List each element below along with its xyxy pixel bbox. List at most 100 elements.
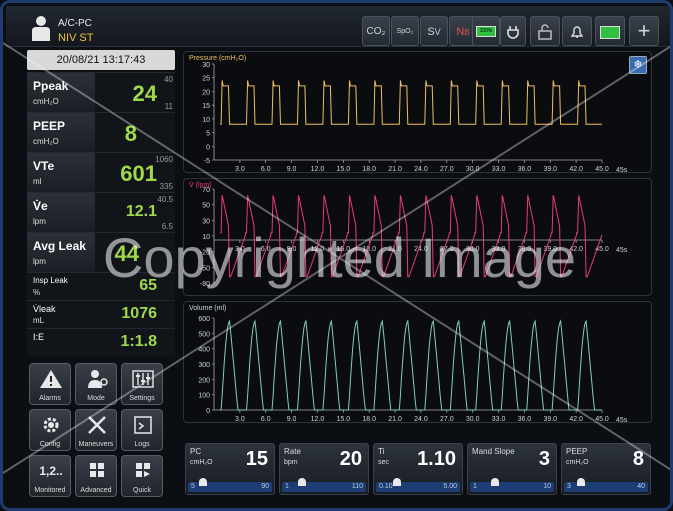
param-low-limit: 335 bbox=[159, 182, 173, 191]
control-name: PEEP bbox=[566, 447, 588, 456]
range-min: 3 bbox=[567, 483, 571, 490]
control-slider-knob[interactable] bbox=[297, 478, 306, 486]
control-value: 15 bbox=[245, 448, 268, 470]
x-tick-label: 3.0 bbox=[235, 416, 245, 422]
param-name: Ppeak bbox=[33, 79, 69, 93]
param-unit: cmH₂O bbox=[33, 137, 59, 146]
x-tick-label: 6.0 bbox=[261, 166, 271, 172]
range-max: 10 bbox=[543, 483, 551, 490]
quick-label: Quick bbox=[133, 487, 151, 494]
monitored-icon: 1,2.. bbox=[39, 464, 63, 478]
maneuvers-label: Maneuvers bbox=[78, 441, 114, 448]
param-ie-ratio[interactable]: I:E 1:1.8 bbox=[27, 328, 175, 357]
battery-status[interactable]: 100% bbox=[472, 16, 500, 46]
y-tick-label: 20 bbox=[202, 89, 210, 96]
control-range-bar[interactable]: 0.10 5.00 bbox=[376, 482, 460, 492]
monitor-icon[interactable] bbox=[595, 16, 625, 46]
lock-icon[interactable] bbox=[530, 16, 560, 46]
freeze-icon[interactable]: ❄ bbox=[629, 56, 647, 74]
advanced-label: Advanced bbox=[80, 487, 112, 494]
x-tick-label: 33.0 bbox=[492, 416, 506, 422]
logs-button[interactable]: Logs bbox=[121, 409, 163, 451]
control-slider-knob[interactable] bbox=[393, 478, 402, 486]
control-unit: bpm bbox=[284, 459, 298, 466]
x-unit-label: 45s bbox=[616, 167, 628, 172]
control-pc[interactable]: PC cmH₂O 15 5 90 bbox=[185, 443, 275, 495]
grid-icon bbox=[90, 463, 104, 477]
x-tick-label: 39.0 bbox=[543, 166, 557, 172]
control-range-bar[interactable]: 1 110 bbox=[282, 482, 366, 492]
spo2-icon[interactable]: SpO₂ bbox=[391, 16, 419, 46]
bell-icon[interactable] bbox=[562, 16, 592, 46]
control-slider-knob[interactable] bbox=[491, 478, 499, 486]
quick-button[interactable]: Quick bbox=[121, 455, 163, 497]
measured-parameters-panel: 20/08/21 13:17:43 Ppeak cmH₂O 24 40 11 P… bbox=[27, 46, 175, 357]
range-min: 5 bbox=[191, 483, 195, 490]
x-tick-label: 27.0 bbox=[440, 166, 454, 172]
x-tick-label: 24.0 bbox=[414, 416, 428, 422]
y-tick-label: 100 bbox=[198, 393, 210, 400]
x-tick-label: 12.0 bbox=[311, 166, 325, 172]
monitored-label: Monitored bbox=[34, 487, 66, 494]
y-tick-label: 400 bbox=[198, 347, 210, 354]
x-tick-label: 6.0 bbox=[261, 416, 271, 422]
ventilator-screen: A/C-PC NIV ST CO₂ SpO₂ SV NB 100% + 20/0… bbox=[0, 0, 673, 511]
y-tick-label: 70 bbox=[202, 187, 210, 194]
param-high-limit: 40.5 bbox=[157, 195, 173, 204]
control-mand-slope[interactable]: Mand Slope 3 1 10 bbox=[467, 443, 557, 495]
control-peep[interactable]: PEEP cmH₂O 8 3 40 bbox=[561, 443, 651, 495]
param-value: 12.1 bbox=[125, 203, 157, 220]
param-vleak[interactable]: V̇leak mL 1076 bbox=[27, 300, 175, 329]
range-max: 110 bbox=[351, 483, 363, 490]
x-tick-label: 18.0 bbox=[362, 166, 376, 172]
control-ti[interactable]: Ti sec 1.10 0.10 5.00 bbox=[373, 443, 463, 495]
param-unit: mL bbox=[33, 316, 45, 325]
sliders-icon bbox=[132, 370, 154, 388]
control-range-bar[interactable]: 1 10 bbox=[470, 482, 554, 492]
alarms-button[interactable]: Alarms bbox=[29, 363, 71, 405]
x-tick-label: 24.0 bbox=[414, 166, 428, 172]
y-tick-label: 500 bbox=[198, 331, 210, 338]
mode-label: Mode bbox=[87, 395, 105, 402]
watermark-text: Copyrighted Image bbox=[102, 226, 577, 289]
mode-primary: A/C-PC bbox=[58, 18, 92, 29]
control-name: PC bbox=[190, 447, 202, 456]
volume-waveform[interactable]: Volume (ml) 600 500 400 300 200 100 0 3.0 6.0 9.0… bbox=[183, 301, 652, 423]
y-tick-label: 200 bbox=[198, 377, 210, 384]
x-tick-label: 15.0 bbox=[337, 416, 351, 422]
sv-icon[interactable]: SV bbox=[420, 16, 448, 46]
control-slider-knob[interactable] bbox=[199, 478, 208, 486]
pressure-waveform[interactable]: Pressure (cmH₂O) 30 25 20 15 10 5 0 -5 3.0 6.0 9.0… bbox=[183, 51, 652, 173]
control-slider-knob[interactable] bbox=[577, 478, 586, 486]
co2-icon[interactable]: CO₂ bbox=[362, 16, 390, 46]
param-name: V̇e bbox=[33, 199, 48, 213]
param-value: 1076 bbox=[121, 305, 157, 322]
ac-power-icon[interactable] bbox=[500, 16, 526, 46]
mode-button[interactable]: Mode bbox=[75, 363, 117, 405]
config-button[interactable]: Config bbox=[29, 409, 71, 451]
x-tick-label: 15.0 bbox=[337, 166, 351, 172]
tools-icon bbox=[88, 416, 106, 434]
range-max: 40 bbox=[637, 483, 645, 490]
add-icon[interactable]: + bbox=[629, 16, 659, 46]
control-rate[interactable]: Rate bpm 20 1 110 bbox=[279, 443, 369, 495]
y-tick-label: 0 bbox=[206, 408, 210, 415]
param-ppeak[interactable]: Ppeak cmH₂O 24 40 11 bbox=[27, 72, 175, 113]
param-peep[interactable]: PEEP cmH₂O 8 bbox=[27, 112, 175, 153]
monitored-button[interactable]: 1,2.. Monitored bbox=[29, 455, 71, 497]
y-tick-label: -5 bbox=[204, 158, 210, 165]
advanced-button[interactable]: Advanced bbox=[75, 455, 117, 497]
maneuvers-button[interactable]: Maneuvers bbox=[75, 409, 117, 451]
param-name: V̇leak bbox=[33, 304, 56, 314]
param-unit: ml bbox=[33, 177, 42, 186]
mode-secondary: NIV ST bbox=[58, 32, 94, 44]
control-value: 1.10 bbox=[417, 448, 456, 470]
param-name: VTe bbox=[33, 159, 55, 173]
x-tick-label: 27.0 bbox=[440, 416, 454, 422]
settings-button[interactable]: Settings bbox=[121, 363, 163, 405]
param-low-limit: 11 bbox=[164, 102, 173, 111]
param-vte[interactable]: VTe ml 601 1060 335 bbox=[27, 152, 175, 193]
x-tick-label: 30.0 bbox=[466, 416, 480, 422]
x-unit-label: 45s bbox=[616, 417, 628, 422]
y-tick-label: 10 bbox=[202, 117, 210, 124]
